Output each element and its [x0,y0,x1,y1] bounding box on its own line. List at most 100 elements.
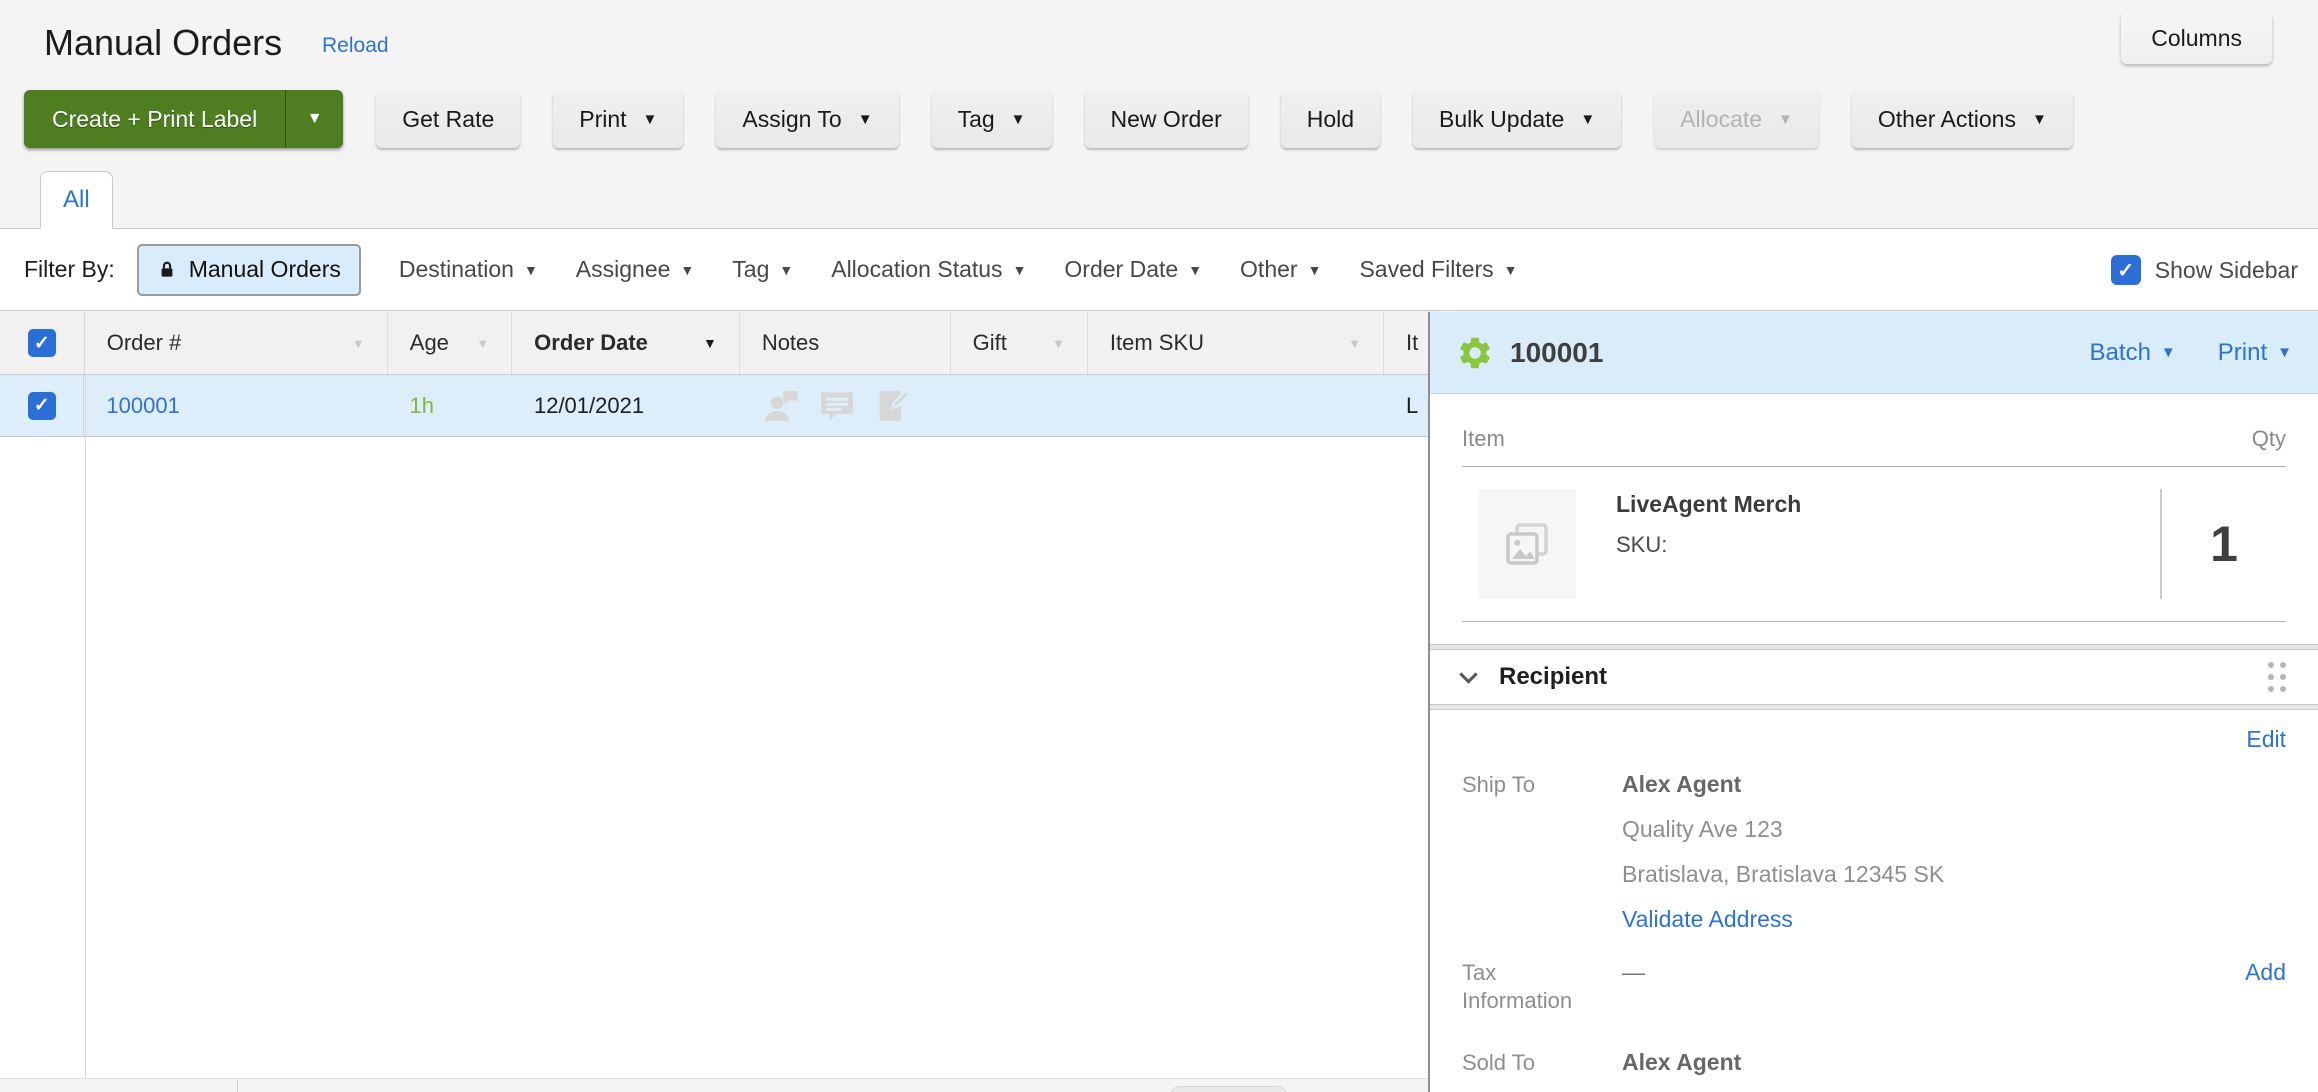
columns-button[interactable]: Columns [2121,12,2272,64]
filter-allocation-status[interactable]: Allocation Status ▼ [831,256,1026,283]
sidebar-body: Item Qty LiveAgent Merch SKU: [1430,394,2318,1077]
chevron-down-icon: ▼ [1504,263,1518,277]
print-label: Print [2218,339,2267,367]
item-qty-box: 1 [2160,489,2286,599]
select-all-checkbox-cell[interactable]: ✓ [0,312,85,374]
filter-order-date[interactable]: Order Date ▼ [1064,256,1202,283]
bulk-update-button[interactable]: Bulk Update ▼ [1413,90,1621,148]
create-print-label-button[interactable]: Create + Print Label ▼ [24,90,343,148]
order-detail-sidebar: 100001 Batch ▼ Print ▼ Item Qty [1428,312,2318,1092]
add-tax-information-link[interactable]: Add [2245,959,2286,1015]
sidebar-order-number: 100001 [1510,337,1603,369]
other-actions-label: Other Actions [1878,106,2016,133]
filter-tag-label: Tag [732,256,769,283]
filter-tag[interactable]: Tag ▼ [732,256,793,283]
row-checkbox[interactable]: ✓ [28,392,56,420]
sort-arrow-icon[interactable]: ▼ [1348,336,1361,351]
bulk-update-label: Bulk Update [1439,106,1564,133]
image-placeholder-icon [1503,520,1551,568]
validate-address-link[interactable]: Validate Address [1622,906,1793,932]
column-gift[interactable]: Gift ▼ [951,312,1088,374]
column-notes[interactable]: Notes [740,312,951,374]
footer-divider [237,1080,238,1092]
drag-handle-icon[interactable] [2268,662,2286,692]
sort-arrow-icon[interactable]: ▼ [1052,336,1065,351]
sold-to-label: Sold To [1462,1049,1607,1077]
column-order-date-label: Order Date [534,330,648,356]
locked-filter-chip[interactable]: Manual Orders [137,244,361,296]
batch-dropdown[interactable]: Batch ▼ [2090,339,2176,367]
column-item-name[interactable]: It [1384,312,1428,374]
edit-recipient-link[interactable]: Edit [2246,726,2286,753]
create-print-label-label[interactable]: Create + Print Label [24,90,285,148]
column-age[interactable]: Age ▼ [388,312,512,374]
create-print-label-dropdown[interactable]: ▼ [285,90,343,148]
chevron-down-icon: ▼ [307,111,323,127]
tag-button[interactable]: Tag ▼ [932,90,1052,148]
row-checkbox-cell[interactable]: ✓ [0,375,84,436]
chevron-down-icon[interactable] [1459,665,1477,683]
filter-other-label: Other [1240,256,1298,283]
sort-desc-icon[interactable]: ▼ [703,335,717,351]
print-dropdown[interactable]: Print ▼ [2218,339,2292,367]
column-order-number[interactable]: Order # ▼ [85,312,388,374]
chevron-down-icon: ▼ [2032,112,2047,127]
chevron-down-icon: ▼ [1013,263,1027,277]
sort-arrow-icon[interactable]: ▼ [476,336,489,351]
get-rate-button[interactable]: Get Rate [376,90,520,148]
sold-to-name: Alex Agent [1622,1049,1741,1075]
chevron-down-icon: ▼ [1778,112,1793,127]
recipient-section-header[interactable]: Recipient [1462,650,2286,704]
tab-bar: All [0,170,2318,229]
tax-information-value: — [1622,959,2245,1015]
filter-other[interactable]: Other ▼ [1240,256,1321,283]
order-date-value: 12/01/2021 [534,393,644,419]
batch-label: Batch [2090,339,2151,367]
assign-to-button[interactable]: Assign To ▼ [716,90,898,148]
select-all-checkbox[interactable]: ✓ [28,329,56,357]
column-age-label: Age [410,330,449,356]
table-row[interactable]: ✓ 100001 1h 12/01/2021 [0,375,1428,437]
hold-button[interactable]: Hold [1281,90,1380,148]
horizontal-scrollbar-thumb[interactable] [1170,1086,1287,1092]
show-sidebar-toggle[interactable]: ✓ Show Sidebar [2111,229,2298,311]
reload-link[interactable]: Reload [322,34,389,58]
recipient-section-title: Recipient [1499,663,1607,691]
filter-by-label: Filter By: [24,256,115,283]
show-sidebar-checkbox[interactable]: ✓ [2111,255,2141,285]
column-notes-label: Notes [762,330,819,356]
print-label: Print [579,106,626,133]
orders-grid: ✓ Order # ▼ Age ▼ Order Date ▼ Notes Gif… [0,312,1428,1092]
filter-destination[interactable]: Destination ▼ [399,256,538,283]
qty-column-label: Qty [2252,426,2286,452]
column-item-sku[interactable]: Item SKU ▼ [1088,312,1384,374]
gear-icon[interactable] [1456,334,1494,372]
filter-order-date-label: Order Date [1064,256,1178,283]
sort-arrow-icon[interactable]: ▼ [352,336,365,351]
chevron-down-icon: ▼ [680,263,694,277]
tag-label: Tag [958,106,995,133]
chevron-down-icon: ▼ [2277,345,2292,360]
item-thumbnail [1478,489,1576,599]
tab-all[interactable]: All [40,171,113,229]
order-number-link[interactable]: 100001 [106,393,179,419]
allocate-button: Allocate ▼ [1654,90,1819,148]
section-separator [1430,704,2318,710]
column-order-date[interactable]: Order Date ▼ [512,312,740,374]
item-sku-label: SKU: [1616,532,1801,558]
row-item-sku-cell [1088,375,1384,436]
print-button[interactable]: Print ▼ [553,90,683,148]
manual-orders-page: Manual Orders Reload Columns Create + Pr… [0,0,2318,1092]
recipient-name: Alex Agent [1622,771,2286,798]
other-actions-button[interactable]: Other Actions ▼ [1852,90,2073,148]
hold-label: Hold [1307,106,1354,133]
item-row: LiveAgent Merch SKU: 1 [1462,467,2286,622]
filter-assignee[interactable]: Assignee ▼ [576,256,694,283]
filter-saved-filters[interactable]: Saved Filters ▼ [1359,256,1517,283]
chevron-down-icon: ▼ [1580,112,1595,127]
locked-filter-label: Manual Orders [189,256,341,283]
chevron-down-icon: ▼ [524,263,538,277]
internal-note-icon [874,387,912,425]
chevron-down-icon: ▼ [779,263,793,277]
new-order-button[interactable]: New Order [1085,90,1248,148]
